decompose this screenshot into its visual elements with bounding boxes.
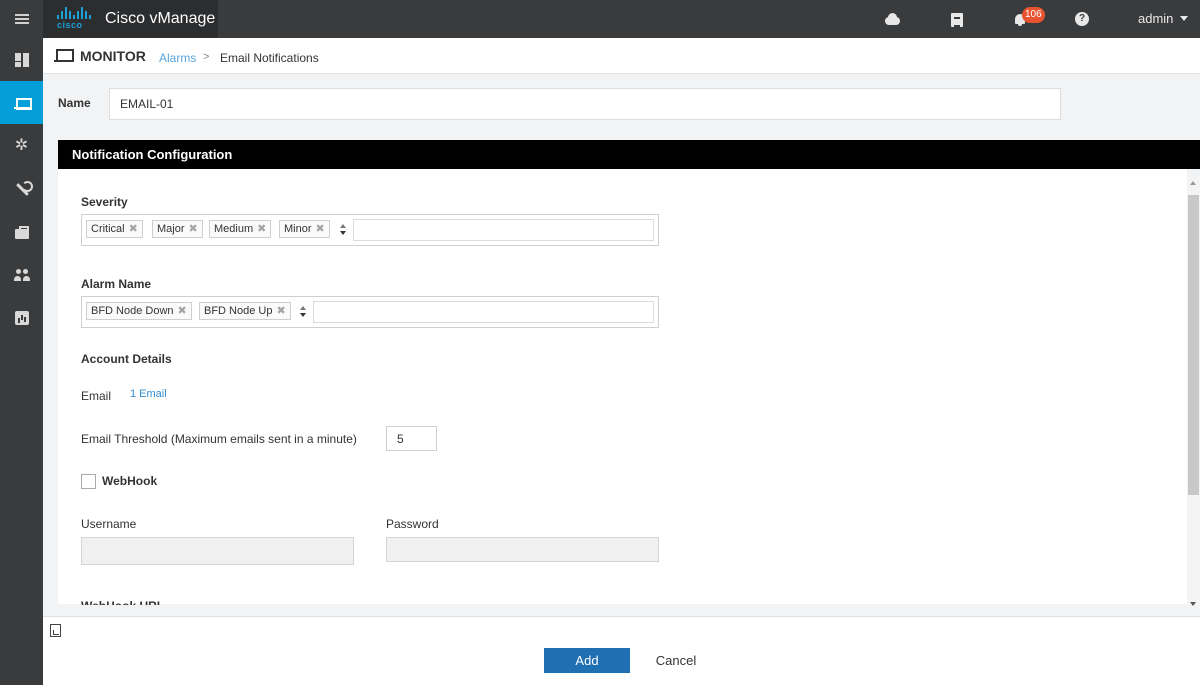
document-icon[interactable] [50, 624, 61, 637]
breadcrumb-link-alarms[interactable]: Alarms [159, 51, 196, 65]
add-button[interactable]: Add [544, 648, 630, 673]
webhook-url-label: WebHook URL [81, 599, 164, 605]
sort-arrows-icon[interactable] [298, 303, 310, 321]
alarm-name-multiselect[interactable]: BFD Node Down ✖ BFD Node Up ✖ [81, 296, 659, 328]
sidebar-item-configuration[interactable]: ✲ [0, 124, 43, 167]
name-input[interactable] [109, 88, 1061, 120]
password-input[interactable] [386, 537, 659, 562]
sort-arrows-icon[interactable] [338, 221, 350, 239]
close-icon[interactable]: ✖ [257, 221, 266, 237]
help-icon[interactable]: ? [1075, 12, 1089, 26]
severity-tag: Medium ✖ [209, 220, 272, 238]
sidebar-item-dashboard[interactable] [0, 38, 43, 81]
alarm-name-label: Alarm Name [81, 277, 152, 291]
monitor-icon [13, 95, 32, 111]
breadcrumb-current: Email Notifications [220, 51, 319, 65]
users-icon [13, 267, 30, 283]
clipboard-icon[interactable] [949, 11, 965, 27]
cisco-logo: cisco [53, 6, 99, 32]
account-details-heading: Account Details [81, 352, 172, 366]
threshold-input[interactable] [386, 426, 437, 451]
cancel-button[interactable]: Cancel [643, 648, 709, 673]
severity-multiselect[interactable]: Critical ✖ Major ✖ Medium ✖ Minor ✖ [81, 214, 659, 246]
email-label: Email [81, 389, 112, 403]
close-icon[interactable]: ✖ [316, 221, 325, 237]
severity-label: Severity [81, 195, 128, 209]
alarm-tag: BFD Node Up ✖ [199, 302, 291, 320]
sidebar-item-tools[interactable] [0, 167, 43, 210]
severity-tag: Critical ✖ [86, 220, 143, 238]
page-title: MONITOR [80, 48, 146, 64]
scroll-thumb[interactable] [1188, 195, 1199, 495]
username-input[interactable] [81, 537, 354, 565]
top-bar: cisco Cisco vManage 106 ? admin [0, 0, 1200, 38]
logo-word: cisco [57, 20, 83, 30]
sidebar: ✲ [0, 38, 43, 685]
email-link[interactable]: 1 Email [130, 388, 167, 400]
sidebar-item-monitor[interactable] [0, 81, 43, 124]
analytics-icon [14, 310, 30, 326]
footer: Add Cancel [43, 616, 1200, 685]
menu-button[interactable] [0, 0, 43, 38]
severity-tag: Major ✖ [152, 220, 203, 238]
cloud-icon[interactable] [884, 11, 900, 27]
gear-icon: ✲ [14, 136, 29, 154]
threshold-label: Email Threshold (Maximum emails sent in … [81, 432, 357, 446]
severity-tag: Minor ✖ [279, 220, 330, 238]
hamburger-icon [14, 14, 29, 24]
close-icon[interactable]: ✖ [189, 221, 198, 237]
close-icon[interactable]: ✖ [129, 221, 138, 237]
brand[interactable]: cisco Cisco vManage [43, 0, 218, 38]
severity-search-input[interactable] [353, 219, 654, 241]
scrollbar[interactable] [1187, 180, 1200, 608]
webhook-label: WebHook [102, 474, 158, 488]
scroll-up-icon[interactable] [1190, 181, 1196, 185]
username-label: Username [81, 517, 137, 531]
close-icon[interactable]: ✖ [276, 303, 285, 319]
user-menu[interactable]: admin [1138, 11, 1189, 26]
breadcrumb-separator: > [203, 51, 210, 63]
user-name: admin [1138, 11, 1174, 26]
sidebar-item-analytics[interactable] [0, 296, 43, 339]
alarm-search-input[interactable] [313, 301, 654, 323]
sidebar-item-maintenance[interactable] [0, 210, 43, 253]
chevron-down-icon [1180, 16, 1189, 21]
notification-badge[interactable]: 106 [1022, 7, 1045, 23]
wrench-icon [14, 180, 33, 197]
close-icon[interactable]: ✖ [178, 303, 187, 319]
sidebar-item-administration[interactable] [0, 253, 43, 296]
monitor-icon [54, 49, 74, 63]
dashboard-icon [14, 52, 30, 68]
breadcrumb: MONITOR Alarms > Email Notifications [43, 38, 1200, 74]
scroll-down-icon[interactable] [1190, 602, 1196, 606]
password-label: Password [386, 517, 439, 531]
name-label: Name [58, 96, 91, 110]
alarm-tag: BFD Node Down ✖ [86, 302, 192, 320]
brand-name: Cisco vManage [105, 10, 216, 27]
panel-header: Notification Configuration [58, 140, 1200, 169]
briefcase-icon [14, 224, 30, 240]
webhook-checkbox[interactable] [81, 474, 96, 489]
